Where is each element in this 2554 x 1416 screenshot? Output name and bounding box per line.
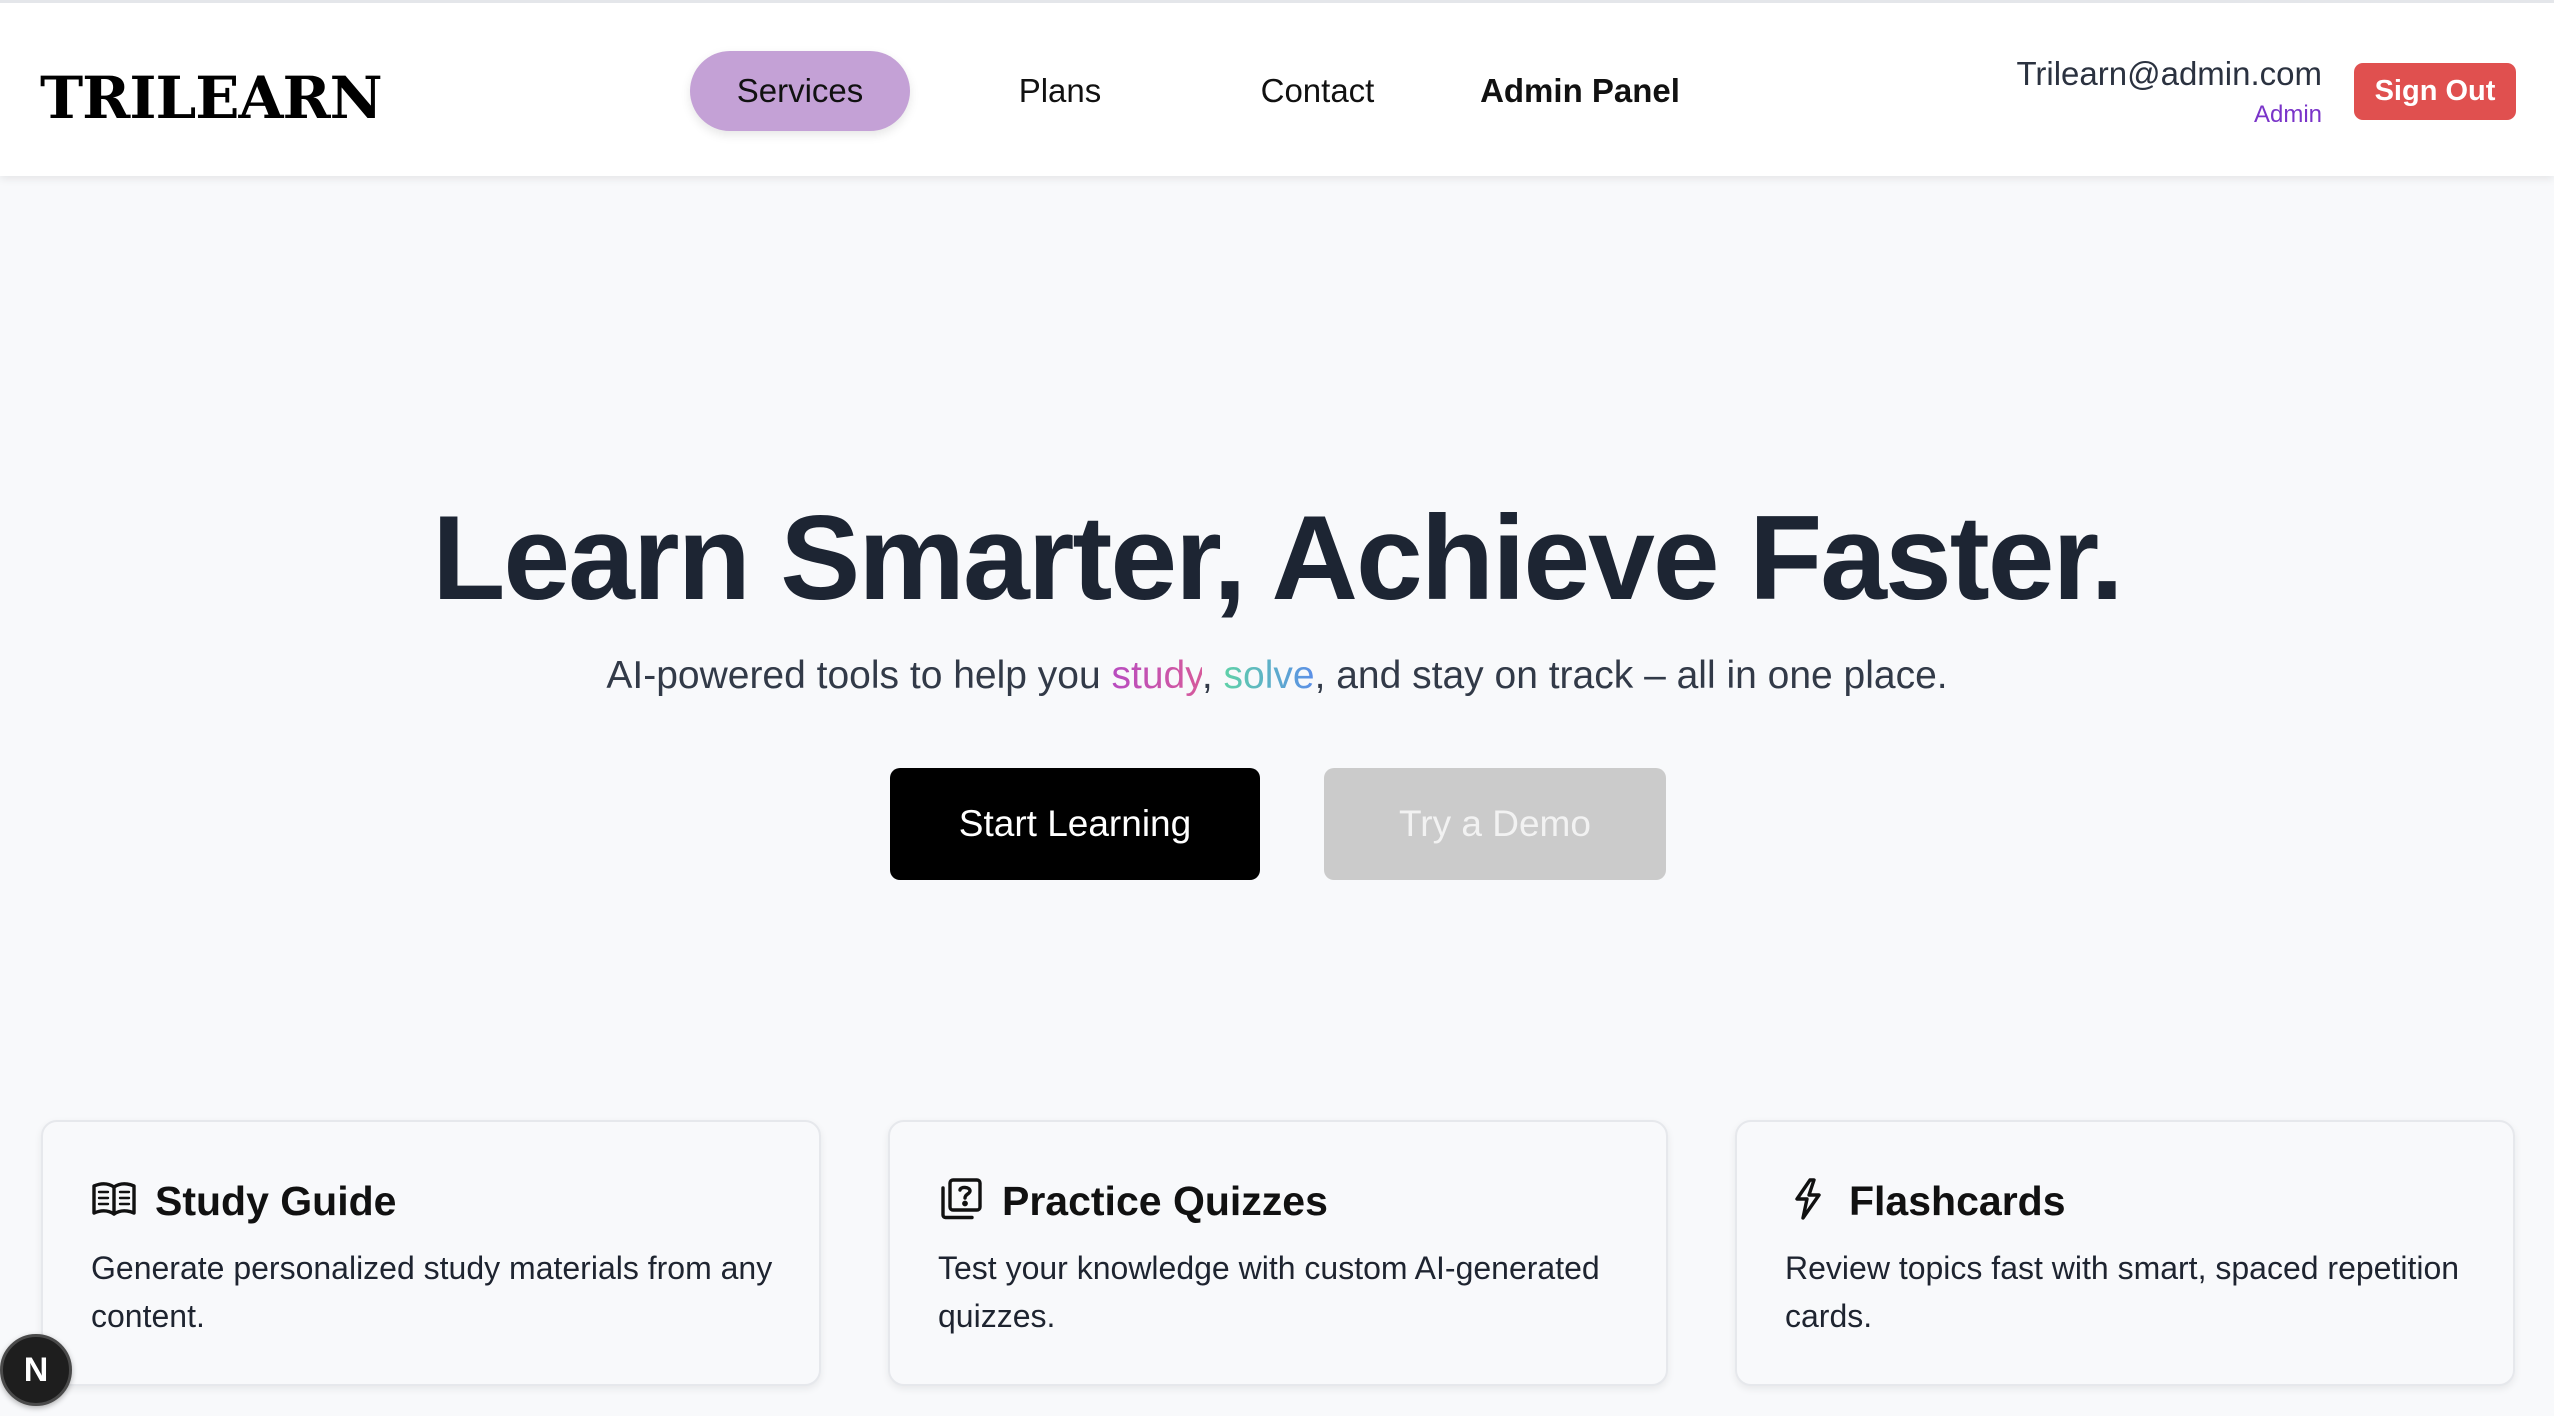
nav-contact[interactable]: Contact [1230, 51, 1405, 131]
feature-title: Flashcards [1849, 1178, 2066, 1224]
feature-description: Review topics fast with smart, spaced re… [1785, 1250, 2460, 1334]
feature-description: Test your knowledge with custom AI-gener… [938, 1250, 1600, 1334]
feature-description: Generate personalized study materials fr… [91, 1250, 773, 1334]
feature-title: Study Guide [155, 1178, 397, 1224]
hero-subtitle-comma: , [1201, 654, 1224, 697]
user-email: Trilearn@admin.com [2016, 55, 2322, 92]
open-book-icon [91, 1176, 137, 1222]
nav-services[interactable]: Services [690, 51, 910, 131]
quiz-icon [938, 1176, 984, 1222]
nav-plans[interactable]: Plans [980, 51, 1140, 131]
top-navbar: TRILEARN Services Plans Contact Admin Pa… [0, 0, 2554, 176]
user-role-label: Admin [2253, 101, 2322, 128]
feature-card-flashcards[interactable]: Flashcards Review topics fast with smart… [1735, 1120, 2515, 1386]
feature-title: Practice Quizzes [1002, 1178, 1328, 1224]
dev-tools-badge[interactable]: N [0, 1334, 72, 1406]
feature-card-study-guide[interactable]: Study Guide Generate personalized study … [41, 1120, 821, 1386]
page: TRILEARN Services Plans Contact Admin Pa… [0, 0, 2554, 1416]
hero-title: Learn Smarter, Achieve Faster. [432, 491, 2124, 625]
brand-logo[interactable]: TRILEARN [40, 65, 383, 131]
nav-admin-panel[interactable]: Admin Panel [1470, 51, 1690, 131]
start-learning-button[interactable]: Start Learning [890, 768, 1260, 880]
try-demo-button[interactable]: Try a Demo [1324, 768, 1666, 880]
hero-subtitle-prefix: AI-powered tools to help you [606, 654, 1112, 697]
lightning-icon [1785, 1176, 1831, 1222]
sign-out-button[interactable]: Sign Out [2354, 63, 2516, 120]
hero-highlight-study: study [1111, 654, 1202, 697]
feature-card-practice-quizzes[interactable]: Practice Quizzes Test your knowledge wit… [888, 1120, 1668, 1386]
hero-subtitle-suffix: , and stay on track – all in one place. [1314, 654, 1948, 697]
hero-highlight-solve: solve [1223, 654, 1315, 697]
hero-subtitle: AI-powered tools to help you study, solv… [0, 648, 2554, 704]
